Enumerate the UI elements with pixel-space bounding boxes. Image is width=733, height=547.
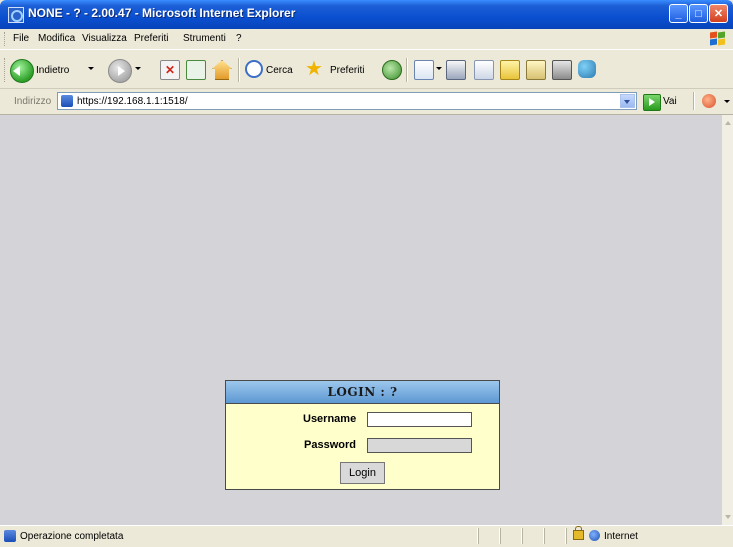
title-bar: NONE - ? - 2.00.47 - Microsoft Internet …: [0, 0, 733, 29]
address-label: Indirizzo: [14, 96, 52, 107]
internet-zone-icon: [589, 530, 600, 541]
toolbar-separator: [406, 58, 407, 82]
status-divider: [522, 528, 523, 544]
discuss-icon[interactable]: [500, 60, 520, 80]
browser-window: NONE - ? - 2.00.47 - Microsoft Internet …: [0, 0, 733, 547]
research-icon[interactable]: [526, 60, 546, 80]
scroll-down-icon[interactable]: [723, 511, 733, 523]
links-icon[interactable]: [702, 94, 716, 108]
toolbar-grip: [4, 58, 7, 82]
menu-file[interactable]: File: [13, 33, 29, 44]
address-dropdown-icon[interactable]: [620, 94, 635, 108]
menu-visualizza[interactable]: Visualizza: [82, 33, 127, 44]
favorites-button-label[interactable]: Preferiti: [330, 65, 364, 76]
page-icon: [61, 95, 73, 107]
home-icon[interactable]: [212, 60, 232, 80]
username-label: Username: [303, 413, 357, 425]
login-title: LOGIN : ?: [226, 381, 499, 404]
go-arrow-icon[interactable]: [643, 94, 661, 111]
history-icon[interactable]: [382, 60, 402, 80]
print-icon[interactable]: [446, 60, 466, 80]
toolbar-separator: [693, 92, 694, 110]
page-content: LOGIN : ? Username Password Login: [0, 115, 721, 525]
messenger-icon[interactable]: [552, 60, 572, 80]
forward-icon[interactable]: [108, 59, 132, 83]
status-divider: [500, 528, 501, 544]
scroll-up-icon[interactable]: [723, 117, 733, 129]
favorites-star-icon[interactable]: ★: [305, 59, 323, 79]
status-divider: [544, 528, 545, 544]
status-divider: [478, 528, 479, 544]
mail-icon[interactable]: [414, 60, 434, 80]
menu-bar: File Modifica Visualizza Preferiti Strum…: [0, 29, 733, 50]
minimize-button[interactable]: _: [669, 4, 688, 23]
lock-icon: [573, 526, 584, 540]
window-title: NONE - ? - 2.00.47 - Microsoft Internet …: [28, 6, 296, 20]
username-input[interactable]: [367, 412, 472, 427]
standard-toolbar: Indietro ✕ Cerca ★ Preferiti: [0, 50, 733, 89]
address-input[interactable]: https://192.168.1.1:1518/: [57, 92, 637, 110]
address-url[interactable]: https://192.168.1.1:1518/: [77, 96, 188, 107]
stop-icon[interactable]: ✕: [160, 60, 180, 80]
search-button-label[interactable]: Cerca: [266, 65, 293, 76]
status-text: Operazione completata: [20, 531, 124, 542]
menu-preferiti[interactable]: Preferiti: [134, 33, 168, 44]
status-page-icon: [4, 530, 16, 542]
address-bar: Indirizzo https://192.168.1.1:1518/ Vai: [0, 89, 733, 115]
password-label: Password: [304, 439, 356, 451]
search-icon[interactable]: [245, 60, 263, 78]
ie-icon: [8, 7, 24, 23]
back-button-label[interactable]: Indietro: [36, 65, 69, 76]
toolbar-grip: [4, 32, 7, 46]
password-input[interactable]: [367, 438, 472, 453]
refresh-icon[interactable]: [186, 60, 206, 80]
status-divider: [566, 528, 567, 544]
windows-logo-icon: [707, 30, 727, 48]
toolbar-separator: [238, 58, 239, 82]
back-icon[interactable]: [10, 59, 34, 83]
back-dropdown-icon[interactable]: [88, 67, 94, 70]
status-bar: Operazione completata Internet: [0, 525, 733, 547]
menu-strumenti[interactable]: Strumenti: [183, 33, 226, 44]
security-zone-label: Internet: [604, 531, 638, 542]
go-button-label[interactable]: Vai: [663, 96, 677, 107]
links-dropdown-icon[interactable]: [724, 100, 730, 103]
edit-icon[interactable]: [474, 60, 494, 80]
menu-modifica[interactable]: Modifica: [38, 33, 75, 44]
login-panel: LOGIN : ? Username Password Login: [225, 380, 500, 490]
forward-dropdown-icon[interactable]: [135, 67, 141, 70]
login-button[interactable]: Login: [340, 462, 385, 484]
maximize-button[interactable]: □: [689, 4, 708, 23]
close-button[interactable]: ✕: [709, 4, 728, 23]
mail-dropdown-icon[interactable]: [436, 67, 442, 70]
menu-help[interactable]: ?: [236, 33, 242, 44]
vertical-scrollbar[interactable]: [721, 115, 733, 525]
contacts-icon[interactable]: [578, 60, 596, 78]
